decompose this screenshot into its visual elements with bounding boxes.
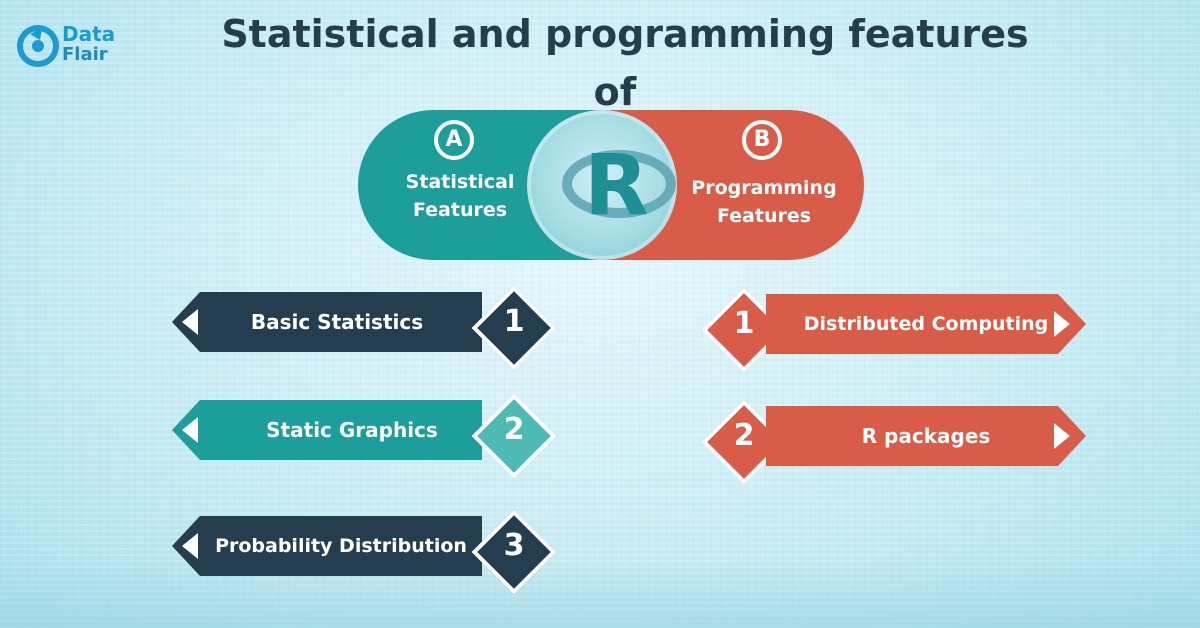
statistical-features-label: Statistical Features (405, 171, 515, 221)
statistical-feature-3: Probability Distribution (172, 516, 502, 576)
badge-b: B (742, 120, 782, 160)
feature-number: 3 (503, 528, 525, 563)
statistical-feature-2: Static Graphics (172, 400, 502, 460)
feature-label: Basic Statistics (250, 310, 424, 334)
programming-feature-1: Distributed Computing (766, 294, 1086, 354)
r-logo-letter: R (584, 136, 649, 234)
programming-feature-2: R packages (766, 406, 1086, 466)
chevron-left-icon (182, 533, 198, 559)
feature-number: 2 (733, 418, 755, 453)
chevron-left-icon (182, 309, 198, 335)
feature-label: Probability Distribution (215, 535, 467, 557)
chevron-left-icon (182, 417, 198, 443)
feature-label: R packages (861, 424, 991, 448)
feature-number: 1 (503, 304, 525, 339)
programming-features-label: Programming Features (691, 177, 837, 227)
page-title-of: of (593, 70, 637, 114)
chevron-right-icon (1054, 311, 1070, 337)
feature-label: Static Graphics (266, 418, 438, 442)
feature-label: Distributed Computing (803, 313, 1049, 335)
statistical-feature-1: Basic Statistics (172, 292, 502, 352)
chevron-right-icon (1054, 423, 1070, 449)
page-title: Statistical and programming features (221, 12, 1029, 56)
badge-a: A (434, 120, 474, 160)
feature-number: 1 (733, 306, 755, 341)
feature-number: 2 (503, 412, 525, 447)
